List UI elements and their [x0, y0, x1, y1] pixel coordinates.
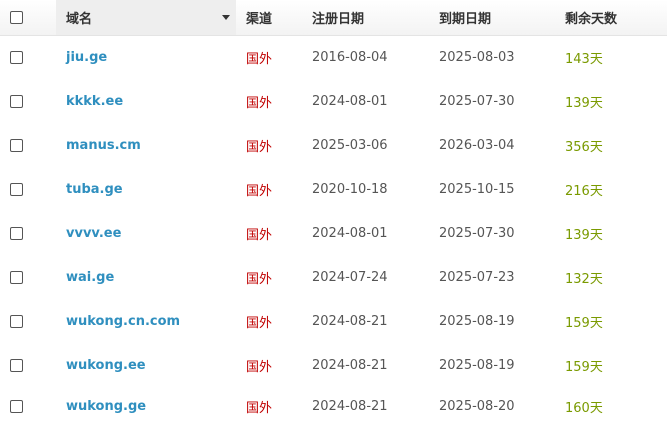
registered-date: 2024-08-21 — [312, 399, 388, 414]
remaining-column-header[interactable]: 剩余天数 — [565, 0, 617, 35]
registered-header-label: 注册日期 — [312, 12, 365, 27]
remaining-days: 356天 — [565, 139, 603, 155]
remaining-header-label: 剩余天数 — [565, 12, 618, 27]
table-row: wai.ge 国外 2024-07-24 2025-07-23 132天 — [0, 255, 667, 299]
row-checkbox[interactable] — [10, 94, 23, 108]
expires-date: 2025-10-15 — [439, 181, 515, 197]
channel-label: 国外 — [246, 95, 273, 111]
channel-label: 国外 — [246, 183, 273, 199]
registered-column-header[interactable]: 注册日期 — [312, 0, 364, 35]
remaining-days: 160天 — [565, 401, 603, 416]
table-row: tuba.ge 国外 2020-10-18 2025-10-15 216天 — [0, 167, 667, 211]
registered-date: 2024-07-24 — [312, 269, 388, 285]
expires-date: 2025-08-03 — [439, 49, 515, 65]
expires-date: 2025-07-23 — [439, 269, 515, 285]
expires-date: 2025-08-19 — [439, 313, 515, 329]
expires-column-header[interactable]: 到期日期 — [439, 0, 491, 35]
remaining-days: 139天 — [565, 95, 603, 111]
channel-header-label: 渠道 — [246, 12, 273, 27]
row-checkbox[interactable] — [10, 182, 23, 196]
row-checkbox[interactable] — [10, 400, 23, 413]
table-row: manus.cm 国外 2025-03-06 2026-03-04 356天 — [0, 123, 667, 167]
channel-label: 国外 — [246, 315, 273, 331]
channel-label: 国外 — [246, 227, 273, 243]
channel-label: 国外 — [246, 51, 273, 67]
expires-header-label: 到期日期 — [439, 12, 492, 27]
expires-date: 2025-08-19 — [439, 357, 515, 373]
registered-date: 2024-08-01 — [312, 225, 388, 241]
remaining-days: 216天 — [565, 183, 603, 199]
channel-label: 国外 — [246, 359, 273, 375]
domain-link[interactable]: wukong.ge — [66, 399, 146, 414]
channel-column-header[interactable]: 渠道 — [246, 0, 272, 35]
channel-label: 国外 — [246, 401, 273, 416]
domain-column-header[interactable]: 域名 — [56, 0, 236, 35]
select-all-checkbox[interactable] — [10, 11, 23, 24]
remaining-days: 132天 — [565, 271, 603, 287]
sort-desc-icon[interactable] — [222, 15, 230, 20]
table-row: wukong.ge 国外 2024-08-21 2025-08-20 160天 — [0, 387, 667, 426]
channel-label: 国外 — [246, 139, 273, 155]
domain-link[interactable]: wukong.ee — [66, 358, 146, 373]
row-checkbox[interactable] — [10, 226, 23, 240]
domain-link[interactable]: manus.cm — [66, 138, 141, 153]
expires-date: 2026-03-04 — [439, 137, 515, 153]
expires-date: 2025-07-30 — [439, 225, 515, 241]
table-row: jiu.ge 国外 2016-08-04 2025-08-03 143天 — [0, 35, 667, 79]
row-checkbox[interactable] — [10, 270, 23, 284]
expires-date: 2025-07-30 — [439, 93, 515, 109]
registered-date: 2024-08-01 — [312, 93, 388, 109]
domain-header-label: 域名 — [66, 12, 93, 27]
row-checkbox[interactable] — [10, 138, 23, 152]
row-checkbox[interactable] — [10, 50, 23, 64]
domain-link[interactable]: wai.ge — [66, 270, 114, 285]
registered-date: 2024-08-21 — [312, 357, 388, 373]
remaining-days: 143天 — [565, 51, 603, 67]
table-row: wukong.ee 国外 2024-08-21 2025-08-19 159天 — [0, 343, 667, 387]
table-header: 域名 渠道 注册日期 到期日期 剩余天数 — [0, 0, 667, 36]
domain-link[interactable]: kkkk.ee — [66, 94, 123, 109]
registered-date: 2025-03-06 — [312, 137, 388, 153]
registered-date: 2024-08-21 — [312, 313, 388, 329]
table-row: kkkk.ee 国外 2024-08-01 2025-07-30 139天 — [0, 79, 667, 123]
remaining-days: 139天 — [565, 227, 603, 243]
select-all-cell — [10, 0, 23, 35]
row-checkbox[interactable] — [10, 358, 23, 372]
remaining-days: 159天 — [565, 359, 603, 375]
expires-date: 2025-08-20 — [439, 399, 515, 414]
registered-date: 2016-08-04 — [312, 49, 388, 65]
table-row: vvvv.ee 国外 2024-08-01 2025-07-30 139天 — [0, 211, 667, 255]
domain-link[interactable]: wukong.cn.com — [66, 314, 180, 329]
remaining-days: 159天 — [565, 315, 603, 331]
domain-link[interactable]: tuba.ge — [66, 182, 123, 197]
row-checkbox[interactable] — [10, 314, 23, 328]
channel-label: 国外 — [246, 271, 273, 287]
registered-date: 2020-10-18 — [312, 181, 388, 197]
table-row: wukong.cn.com 国外 2024-08-21 2025-08-19 1… — [0, 299, 667, 343]
domain-link[interactable]: jiu.ge — [66, 50, 107, 65]
domain-link[interactable]: vvvv.ee — [66, 226, 121, 241]
